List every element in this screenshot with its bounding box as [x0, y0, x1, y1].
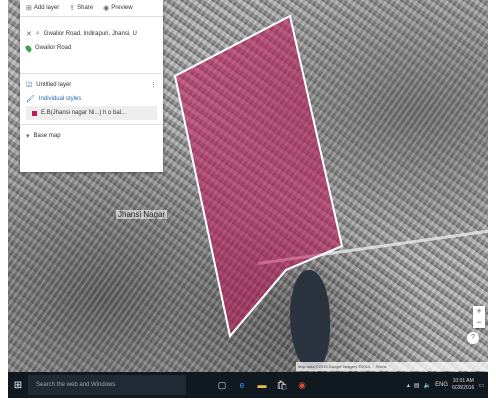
panel-toolbar: ⊞ Add layer ⇪ Share ◉ Preview [20, 0, 163, 17]
language-indicator[interactable]: ENG [435, 382, 448, 388]
checkbox-icon[interactable]: ☑ [26, 81, 32, 89]
feature-color-swatch [32, 110, 37, 116]
base-map-row[interactable]: ▾ Base map [20, 129, 163, 143]
paint-icon: 🖌 [26, 96, 35, 103]
system-tray: ▴ ▤ 🔈 ENG 10:01 AM 6/28/2016 ▭ [407, 378, 488, 392]
pin-label: Gwalior Road [35, 45, 72, 51]
chrome-icon[interactable]: ◉ [292, 375, 312, 395]
notifications-icon[interactable]: ▭ [478, 382, 484, 389]
base-map-label: Base map [33, 133, 61, 139]
taskbar-search-placeholder: Search the web and Windows [36, 382, 116, 388]
taskbar-search-input[interactable]: Search the web and Windows [28, 375, 186, 395]
screenshot-frame: Jhansi Nagar + − ? Map data ©2015 Google… [0, 0, 496, 405]
map-attribution: Map data ©2015 Google Imagery ©2015 ... … [296, 362, 488, 371]
clock[interactable]: 10:01 AM 6/28/2016 [452, 378, 474, 392]
search-row[interactable]: ✕ ⌕ Gwalior Road, Indirapuri, Jhansi, U [20, 27, 163, 41]
clock-time: 10:01 AM [452, 378, 474, 384]
share-label: Share [77, 5, 94, 11]
preview-button[interactable]: ◉ Preview [103, 4, 132, 12]
individual-styles-link[interactable]: Individual styles [39, 96, 81, 102]
layer-title: Untitled layer [36, 82, 72, 88]
mymaps-panel: ⊞ Add layer ⇪ Share ◉ Preview ✕ ⌕ Gwalior R… [20, 0, 163, 172]
feature-label: E.B(Jhansi nagar Ni...) h o bal... [41, 110, 127, 116]
preview-icon: ◉ [103, 5, 110, 12]
zoom-control[interactable]: + − [473, 306, 485, 328]
edge-icon[interactable]: e [232, 375, 252, 395]
clock-date: 6/28/2016 [452, 385, 475, 391]
help-icon[interactable]: ? [467, 332, 479, 344]
add-layer-button[interactable]: ⊞ Add layer [26, 4, 59, 12]
preview-label: Preview [111, 5, 133, 11]
search-result-text: Gwalior Road, Indirapuri, Jhansi, U [43, 31, 137, 37]
share-button[interactable]: ⇪ Share [69, 4, 93, 12]
map-place-label: Jhansi Nagar [116, 210, 168, 219]
file-explorer-icon[interactable]: ▬ [252, 375, 272, 395]
windows-taskbar: ⊞ Search the web and Windows ▢ e ▬ 🛍 ◉ ▴… [8, 372, 488, 398]
pin-row[interactable]: Gwalior Road [20, 41, 163, 55]
zoom-out-icon[interactable]: − [473, 317, 485, 328]
more-icon[interactable]: ⋮ [150, 81, 157, 89]
close-icon[interactable]: ✕ [26, 30, 32, 38]
search-icon: ⌕ [35, 30, 40, 37]
add-layer-label: Add layer [33, 5, 60, 11]
area-polygon[interactable] [173, 14, 344, 339]
chevron-down-icon[interactable]: ▾ [26, 132, 30, 140]
task-view-icon[interactable]: ▢ [212, 375, 232, 395]
share-icon: ⇪ [69, 5, 76, 12]
zoom-in-icon[interactable]: + [473, 306, 485, 317]
volume-icon[interactable]: 🔈 [424, 382, 431, 389]
divider [20, 124, 163, 125]
style-row[interactable]: 🖌 Individual styles [20, 92, 163, 106]
pin-icon [24, 43, 33, 53]
store-icon[interactable]: 🛍 [272, 375, 292, 395]
layer-row[interactable]: ☑ Untitled layer ⋮ [20, 78, 163, 92]
feature-row[interactable]: E.B(Jhansi nagar Ni...) h o bal... [26, 106, 157, 120]
divider [20, 73, 163, 74]
up-arrow-icon[interactable]: ▴ [407, 382, 410, 389]
windows-start-icon[interactable]: ⊞ [8, 380, 28, 391]
network-icon[interactable]: ▤ [414, 382, 420, 389]
add-layer-icon: ⊞ [26, 5, 32, 12]
